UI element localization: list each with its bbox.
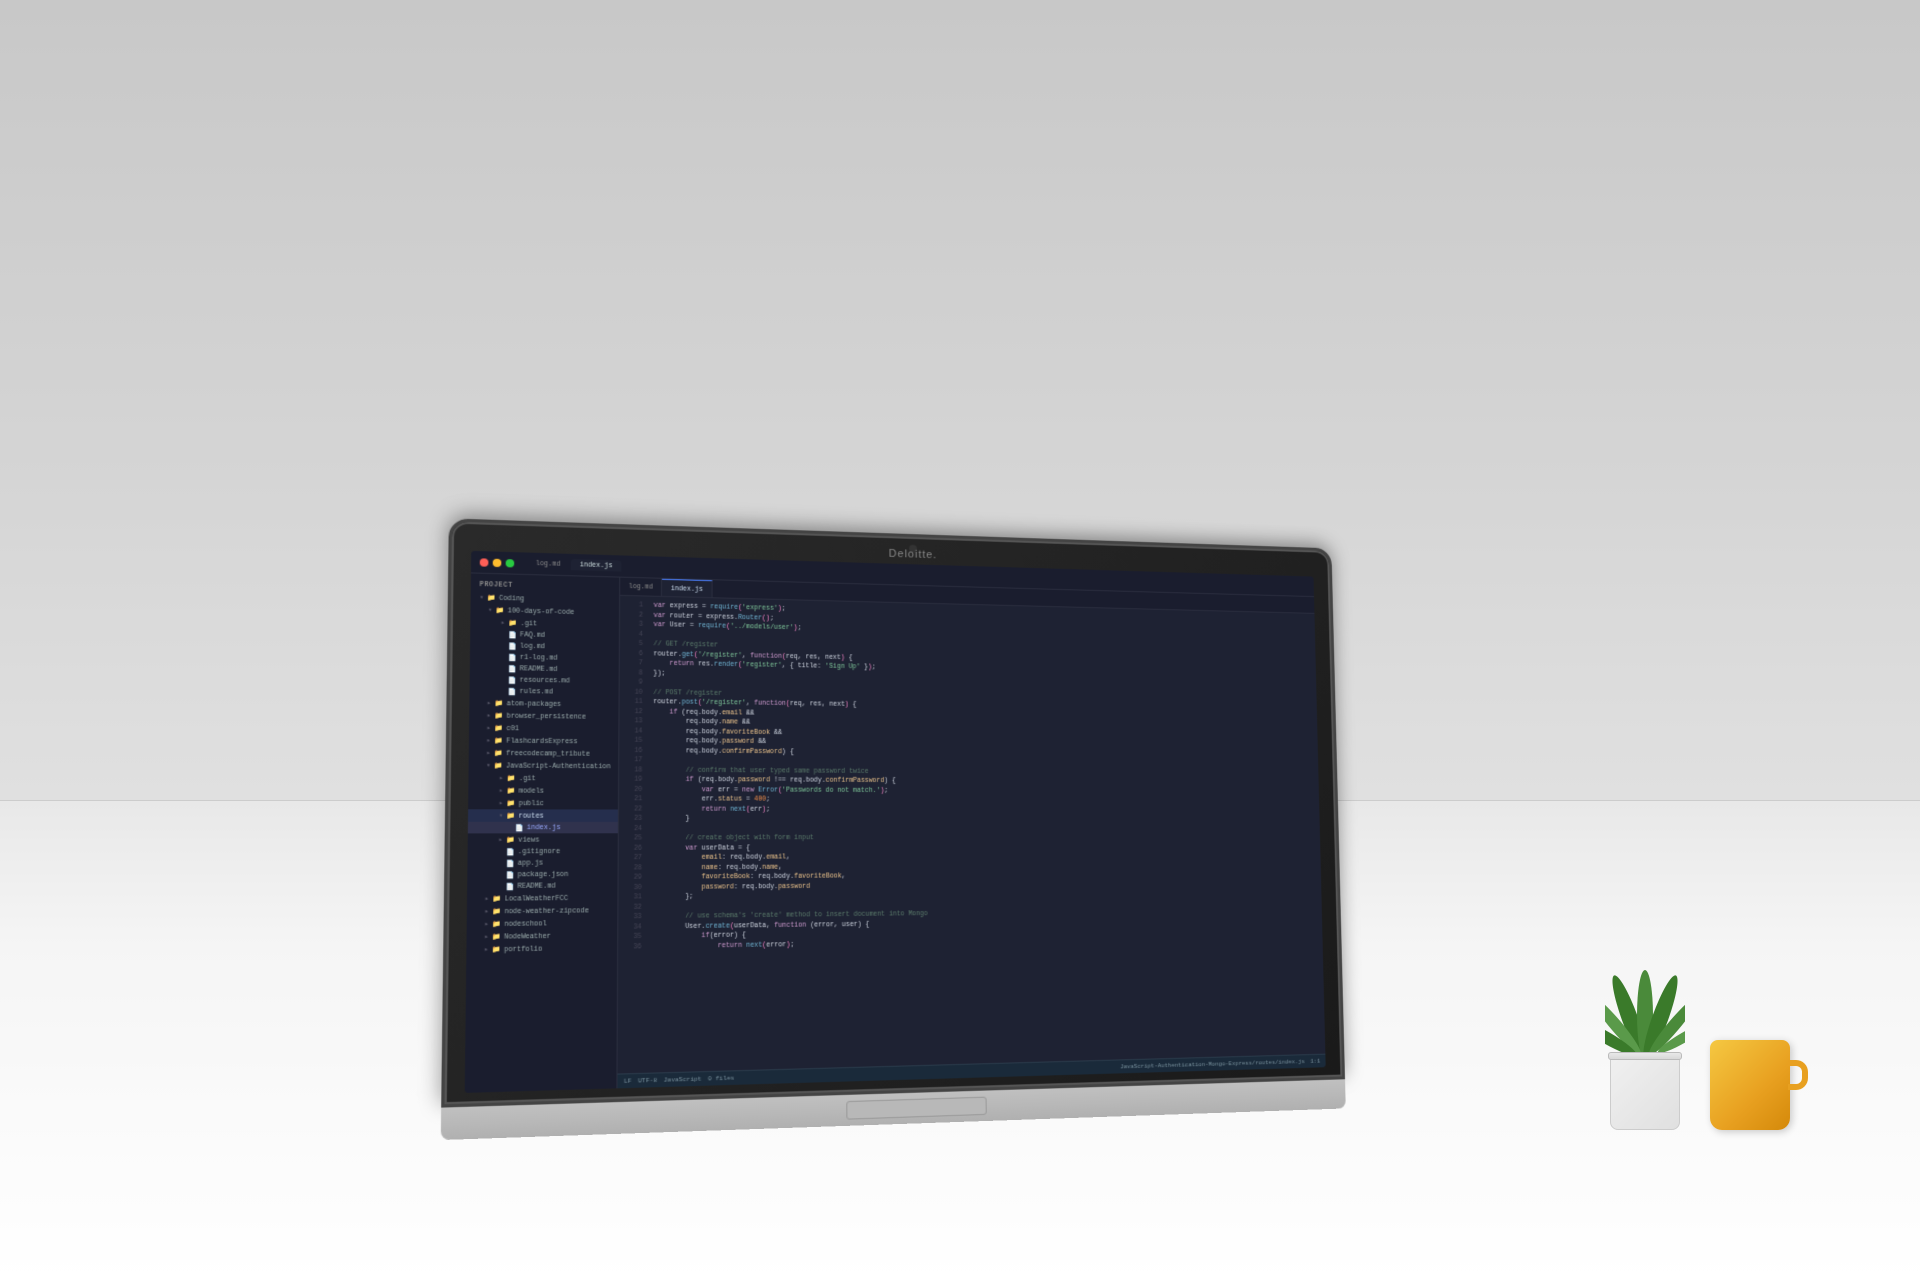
sidebar-item-public[interactable]: ▸ 📁 public [468,797,618,810]
plant-pot [1610,1055,1680,1130]
titlebar-tab-logmd[interactable]: log.md [527,558,569,570]
sidebar-item-indexjs[interactable]: 📄 index.js [468,822,618,834]
mug-handle [1788,1060,1808,1090]
ide-editor: log.md index.js 1234 5678 9101112 131415… [617,578,1325,1089]
status-path: JavaScript-Authentication-Mongo-Express/… [1120,1058,1305,1070]
status-files: 0 files [708,1074,734,1082]
sidebar-item-views[interactable]: ▸ 📁 views [468,833,618,846]
code-content[interactable]: var express = require('express'); var ro… [647,601,1325,1069]
maximize-button-dot[interactable] [506,559,515,567]
sidebar-item-models[interactable]: ▸ 📁 models [468,784,618,797]
sidebar-item-packagejson[interactable]: 📄 package.json [467,868,617,880]
code-area[interactable]: 1234 5678 9101112 13141516 17181920 2122… [618,596,1326,1074]
editor-tab-indexjs[interactable]: index.js [662,579,712,597]
status-language: JavaScript [664,1075,702,1083]
editor-tab-logmd[interactable]: log.md [620,578,662,596]
laptop-screen-lid: Deloitte. log.md index.js [441,518,1345,1107]
close-button-dot[interactable] [480,558,489,566]
ide-container: log.md index.js Project ▾ 📁 Coding [465,551,1326,1093]
sidebar-item-freecodecamp[interactable]: ▸ 📁 freecodecamp_tribute [469,746,619,760]
screen-bezel: log.md index.js Project ▾ 📁 Coding [465,551,1326,1093]
ide-sidebar: Project ▾ 📁 Coding ▾ 📁 100-days-of-code [465,573,621,1092]
laptop: Deloitte. log.md index.js [441,518,1346,1140]
sidebar-item-portfolio[interactable]: ▸ 📁 portfolio [466,941,617,956]
plant-pot-rim [1608,1052,1682,1060]
code-line-23: } [653,814,1316,824]
minimize-button-dot[interactable] [493,558,502,566]
status-position: 1:1 [1310,1058,1320,1065]
sidebar-item-gitignore[interactable]: 📄 .gitignore [468,846,618,858]
sidebar-item-appjs[interactable]: 📄 app.js [467,857,617,869]
titlebar-tabs: log.md index.js [527,558,621,572]
brand-label: Deloitte. [889,548,937,561]
laptop-trackpad[interactable] [846,1097,986,1120]
plant-leaves [1605,965,1685,1065]
sidebar-item-routes[interactable]: ▾ 📁 routes [468,809,618,822]
ide-body: Project ▾ 📁 Coding ▾ 📁 100-days-of-code [465,573,1326,1092]
yellow-mug [1710,1040,1790,1130]
titlebar-tab-indexjs[interactable]: index.js [571,559,621,572]
sidebar-item-jsauth[interactable]: ▾ 📁 JavaScript-Authentication [469,759,619,772]
status-encoding: LF [624,1077,632,1085]
line-numbers: 1234 5678 9101112 13141516 17181920 2122… [618,600,650,1069]
code-line-22: return next(err); [653,804,1316,815]
plant [1610,1055,1680,1130]
sidebar-item-git2[interactable]: ▸ 📁 .git [468,772,618,785]
status-charset: UTF-8 [638,1077,657,1085]
